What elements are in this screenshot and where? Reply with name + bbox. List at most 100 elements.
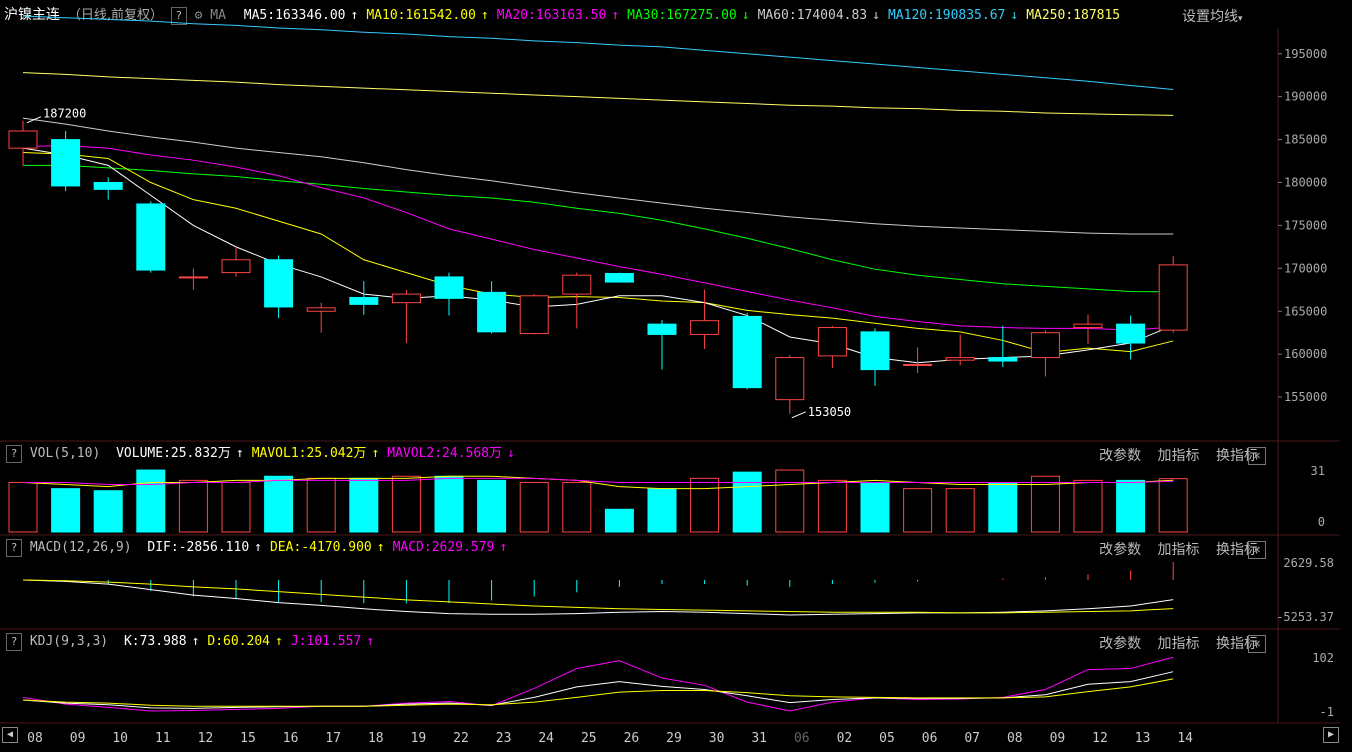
volume-bar [434,475,464,533]
candle-body [817,327,847,357]
candle-body [1073,323,1103,329]
volume-bar [1073,479,1103,533]
volume-bar [51,488,81,533]
date-tick-label: 26 [624,731,640,746]
candle-body [264,259,294,308]
volume-bar [647,488,677,533]
macd-tick-label: -5253.37 [1276,610,1334,624]
date-tick-label: 14 [1177,731,1193,746]
date-tick-label: 06 [922,731,938,746]
price-tick-label: 160000 [1284,347,1327,361]
price-tick-label: 195000 [1284,47,1327,61]
d-line [22,678,1174,707]
date-tick-label: 11 [155,731,171,746]
date-tick-label: 08 [1007,731,1023,746]
date-tick-label: 16 [283,731,299,746]
date-tick-label: 02 [837,731,853,746]
kdj-tick-label: -1 [1320,705,1334,719]
ma60-line [22,117,1174,235]
volume-bar [604,508,634,533]
date-tick-label: 30 [709,731,725,746]
volume-bar [860,481,890,533]
candle-body [93,182,123,190]
date-tick-label: 25 [581,731,597,746]
candle-body [178,276,208,279]
date-tick-label: 19 [411,731,427,746]
price-tick-label: 175000 [1284,218,1327,232]
ma5-line [22,147,1174,364]
high-price-label: 187200 [43,107,86,121]
ma120-line [22,15,1174,90]
volume-bar [690,477,720,533]
dif-line [22,579,1174,616]
date-tick-label: 09 [1050,731,1066,746]
ma20-line [22,145,1174,331]
candle-body [8,130,38,149]
candle-body [51,139,81,187]
candle-body [519,295,549,335]
volume-bar [988,481,1018,533]
price-tick-label: 155000 [1284,390,1327,404]
vol-tick-label: 0 [1318,515,1325,529]
high-pointer [26,116,42,124]
volume-bar [136,469,166,533]
date-tick-label: 12 [198,731,214,746]
candle-body [349,297,379,305]
dea-line [22,579,1174,614]
volume-bar [945,488,975,533]
ma30-line [23,164,1174,293]
candle-body [1030,332,1060,359]
candle-body [860,331,890,371]
date-tick-label: 17 [325,731,341,746]
volume-bar [8,481,38,533]
candle-body [945,357,975,361]
volume-bar [306,477,336,533]
ma250-line [22,72,1174,116]
volume-bar [178,479,208,533]
scroll-right-icon[interactable]: ▶ [1323,727,1339,743]
volume-bar [221,481,251,533]
low-pointer [791,411,806,419]
date-tick-label: 06 [794,731,810,746]
ma10-line [22,151,1174,353]
volume-bar [519,481,549,533]
date-tick-label: 22 [453,731,469,746]
price-tick-label: 185000 [1284,133,1327,147]
candle-body [604,272,634,283]
volume-bar [391,475,421,533]
volume-bar [817,479,847,533]
volume-bar [349,477,379,533]
volume-bar [1158,478,1188,533]
candle-body [221,259,251,274]
scroll-left-icon[interactable]: ◀ [2,727,18,743]
price-tick-label: 170000 [1284,261,1327,275]
candle-body [690,320,720,335]
date-tick-label: 13 [1135,731,1151,746]
date-tick-label: 05 [879,731,895,746]
date-tick-label: 09 [70,731,86,746]
date-tick-label: 23 [496,731,512,746]
kdj-tick-label: 102 [1312,651,1334,665]
price-tick-label: 180000 [1284,176,1327,190]
price-tick-label: 190000 [1284,90,1327,104]
date-tick-label: 15 [240,731,256,746]
candle-body [1158,264,1188,331]
volume-bar [732,471,762,533]
volume-bar [264,475,294,533]
date-tick-label: 07 [964,731,980,746]
candle-body [647,323,677,335]
candle-body [434,276,464,299]
volume-bar [562,481,592,533]
volume-bar [477,479,507,533]
price-tick-label: 165000 [1284,304,1327,318]
candle-body [136,203,166,271]
kline-chart[interactable]: 195000 190000 185000 180000 175000 170000 1650… [0,0,1352,752]
candle-body [477,291,507,333]
candle-body [775,357,805,401]
volume-bar [775,469,805,533]
vol-tick-label: 31 [1311,464,1325,478]
volume-bar [1116,479,1146,533]
macd-tick-label: 2629.58 [1283,556,1334,570]
volume-bar [93,490,123,533]
candle-body [988,357,1018,362]
